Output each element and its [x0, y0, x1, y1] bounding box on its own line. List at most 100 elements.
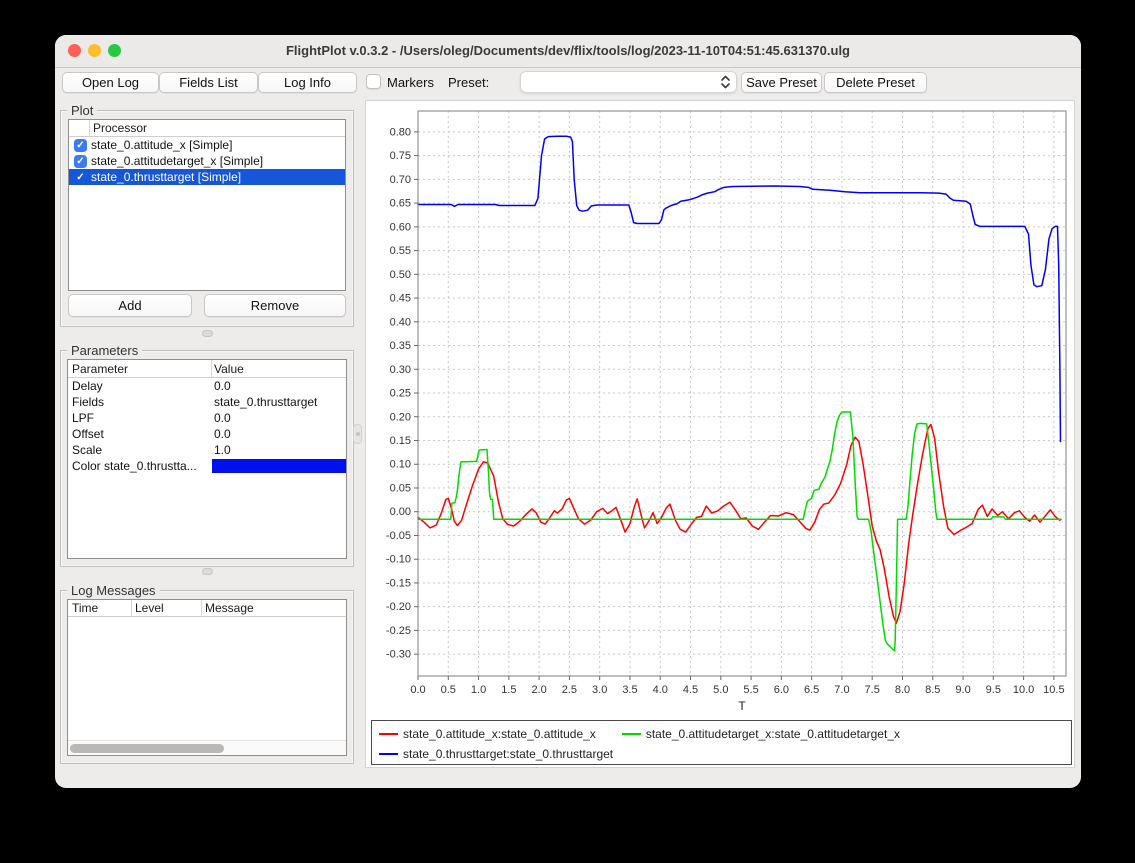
- y-tick-label: 0.30: [390, 364, 411, 376]
- log-horizontal-scrollbar[interactable]: [68, 740, 346, 755]
- plot-panel-title: Plot: [67, 103, 97, 118]
- legend-item: state_0.thrusttarget:state_0.thrusttarge…: [379, 744, 613, 764]
- x-tick-label: 5.0: [713, 684, 728, 696]
- field-checkbox[interactable]: ✓: [74, 155, 87, 168]
- y-tick-label: 0.25: [390, 388, 411, 400]
- y-tick-label: 0.60: [390, 221, 411, 233]
- x-tick-label: 3.0: [592, 684, 607, 696]
- remove-button[interactable]: Remove: [204, 294, 346, 317]
- parameter-value: 0.0: [214, 411, 231, 425]
- vertical-splitter-handle[interactable]: [353, 424, 362, 444]
- x-tick-label: 10.0: [1013, 684, 1034, 696]
- log-table-header: Time Level Message: [68, 600, 346, 617]
- parameter-value: 0.0: [214, 379, 231, 393]
- chart-legend: state_0.attitude_x:state_0.attitude_xsta…: [371, 720, 1072, 765]
- parameters-table[interactable]: Parameter Value Delay0.0Fieldsstate_0.th…: [67, 359, 347, 559]
- legend-label: state_0.thrusttarget:state_0.thrusttarge…: [403, 747, 613, 761]
- x-tick-label: 6.0: [774, 684, 789, 696]
- y-tick-label: 0.45: [390, 293, 411, 305]
- parameter-name: LPF: [72, 411, 94, 425]
- app-window: FlightPlot v.0.3.2 - /Users/oleg/Documen…: [55, 35, 1081, 788]
- desktop: { "window": { "title": "FlightPlot v.0.3…: [0, 0, 1135, 863]
- x-tick-label: 9.5: [986, 684, 1001, 696]
- x-tick-label: 8.0: [895, 684, 910, 696]
- x-tick-label: 5.5: [743, 684, 758, 696]
- parameter-row[interactable]: Scale1.0: [68, 442, 346, 458]
- parameter-row[interactable]: Fieldsstate_0.thrusttarget: [68, 394, 346, 410]
- preset-label: Preset:: [448, 75, 489, 90]
- legend-item: state_0.attitude_x:state_0.attitude_x: [379, 724, 596, 744]
- y-tick-label: 0.05: [390, 482, 411, 494]
- parameter-name: Color state_0.thrustta...: [72, 459, 197, 473]
- legend-label: state_0.attitudetarget_x:state_0.attitud…: [646, 727, 900, 741]
- y-tick-label: 0.50: [390, 269, 411, 281]
- y-tick-label: -0.30: [386, 649, 411, 661]
- x-axis-label: T: [738, 699, 746, 713]
- plot-fields-table[interactable]: Processor ✓state_0.attitude_x [Simple]✓s…: [68, 119, 346, 291]
- splitter-handle-bottom[interactable]: [202, 568, 213, 575]
- log-messages-table[interactable]: Time Level Message: [67, 599, 347, 756]
- parameters-panel: Parameters Parameter Value Delay0.0Field…: [60, 350, 354, 567]
- plot-field-row[interactable]: ✓state_0.attitudetarget_x [Simple]: [69, 153, 345, 169]
- field-checkbox[interactable]: ✓: [74, 139, 87, 152]
- log-messages-panel: Log Messages Time Level Message: [60, 590, 354, 764]
- x-tick-label: 1.5: [501, 684, 516, 696]
- y-tick-label: -0.20: [386, 601, 411, 613]
- parameter-value: 0.0: [214, 427, 231, 441]
- parameter-row[interactable]: Offset 0.0: [68, 426, 346, 442]
- chart-panel: 0.00.51.01.52.02.53.03.54.04.55.05.56.06…: [365, 100, 1075, 768]
- add-button[interactable]: Add: [68, 294, 192, 317]
- markers-checkbox[interactable]: [366, 74, 381, 89]
- y-tick-label: 0.15: [390, 435, 411, 447]
- log-scrollbar-thumb[interactable]: [70, 744, 224, 753]
- parameter-name: Offset: [72, 427, 104, 441]
- y-tick-label: -0.15: [386, 577, 411, 589]
- y-tick-label: -0.25: [386, 625, 411, 637]
- x-tick-label: 8.5: [925, 684, 940, 696]
- x-tick-label: 7.5: [865, 684, 880, 696]
- color-swatch[interactable]: [212, 459, 347, 473]
- flight-data-chart[interactable]: 0.00.51.01.52.02.53.03.54.04.55.05.56.06…: [366, 101, 1076, 716]
- x-tick-label: 1.0: [471, 684, 486, 696]
- parameter-color-row[interactable]: Color state_0.thrustta...: [68, 458, 346, 474]
- splitter-handle-top[interactable]: [202, 330, 213, 337]
- y-tick-label: 0.80: [390, 126, 411, 138]
- title-bar[interactable]: FlightPlot v.0.3.2 - /Users/oleg/Documen…: [55, 35, 1081, 68]
- parameter-column-header: Parameter: [72, 362, 128, 376]
- processor-column-header: Processor: [93, 121, 147, 135]
- parameter-name: Fields: [72, 395, 104, 409]
- x-tick-label: 0.5: [441, 684, 456, 696]
- y-tick-label: -0.05: [386, 530, 411, 542]
- log-info-button[interactable]: Log Info: [258, 72, 357, 93]
- y-tick-label: 0.10: [390, 459, 411, 471]
- field-checkbox[interactable]: ✓: [74, 171, 87, 184]
- plot-field-row[interactable]: ✓state_0.attitude_x [Simple]: [69, 137, 345, 153]
- x-tick-label: 2.5: [562, 684, 577, 696]
- parameter-name: Scale: [72, 443, 102, 457]
- legend-line-sample: [622, 733, 641, 735]
- field-label: state_0.thrusttarget [Simple]: [91, 170, 241, 184]
- parameters-panel-title: Parameters: [67, 343, 142, 358]
- parameter-row[interactable]: LPF 0.0: [68, 410, 346, 426]
- plot-panel: Plot Processor ✓state_0.attitude_x [Simp…: [60, 110, 354, 327]
- plot-field-row[interactable]: ✓ state_0.thrusttarget [Simple]: [69, 169, 345, 185]
- parameters-table-header: Parameter Value: [68, 360, 346, 378]
- time-column-header: Time: [72, 601, 98, 615]
- y-tick-label: 0.40: [390, 316, 411, 328]
- save-preset-button[interactable]: Save Preset: [741, 72, 822, 93]
- log-messages-panel-title: Log Messages: [67, 583, 160, 598]
- combobox-stepper-icon[interactable]: [719, 74, 732, 90]
- delete-preset-button[interactable]: Delete Preset: [824, 72, 927, 93]
- fields-list-button[interactable]: Fields List: [159, 72, 258, 93]
- y-tick-label: -0.10: [386, 554, 411, 566]
- open-log-button[interactable]: Open Log: [62, 72, 159, 93]
- parameter-row[interactable]: Delay0.0: [68, 378, 346, 394]
- y-tick-label: 0.55: [390, 245, 411, 257]
- y-tick-label: 0.00: [390, 506, 411, 518]
- message-column-header: Message: [205, 601, 254, 615]
- x-tick-label: 9.0: [955, 684, 970, 696]
- y-tick-label: 0.20: [390, 411, 411, 423]
- preset-combobox[interactable]: [520, 71, 737, 93]
- x-tick-label: 4.5: [683, 684, 698, 696]
- x-tick-label: 7.0: [834, 684, 849, 696]
